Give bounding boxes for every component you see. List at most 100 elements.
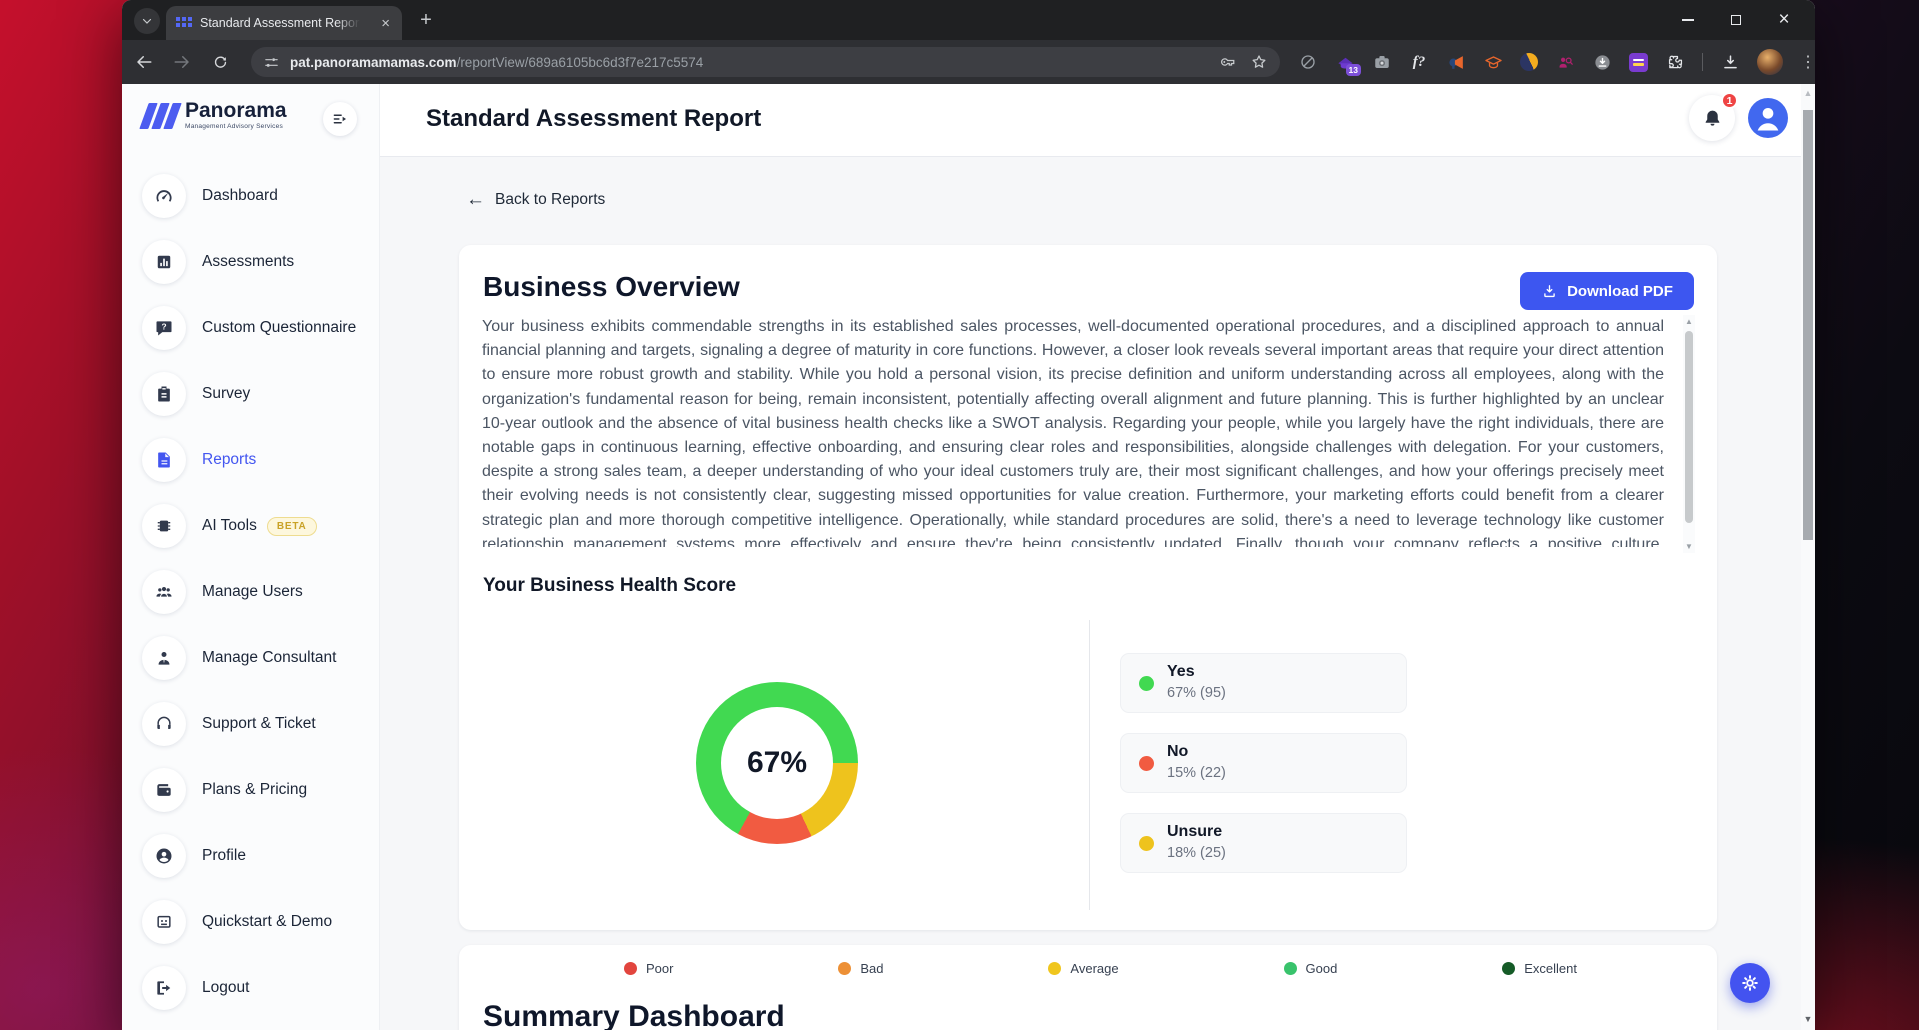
- legend-value: 67% (95): [1167, 685, 1226, 701]
- users-group-icon: [142, 570, 186, 614]
- legend-card-yes: Yes 67% (95): [1120, 653, 1407, 713]
- sidebar-item-plans-pricing[interactable]: Plans & Pricing: [142, 768, 307, 812]
- page-scrollbar[interactable]: ▲ ▼: [1801, 84, 1815, 1030]
- main-area: Standard Assessment Report 1 ← Back to R…: [380, 84, 1815, 1030]
- maximize-button[interactable]: [1723, 7, 1749, 33]
- ai-chip-icon: [142, 504, 186, 548]
- sidebar-collapse-button[interactable]: [323, 102, 357, 136]
- sidebar-item-label: Assessments: [202, 253, 295, 270]
- notifications-button[interactable]: 1: [1689, 92, 1738, 141]
- purple-hat-extension-icon[interactable]: 13: [1335, 52, 1361, 76]
- scale-label: Poor: [646, 961, 674, 976]
- health-donut-ring: 67%: [696, 682, 858, 844]
- bell-icon: [1705, 110, 1719, 126]
- average-dot: [1048, 962, 1062, 975]
- download-pdf-label: Download PDF: [1567, 282, 1673, 300]
- notification-badge: 1: [1721, 92, 1738, 109]
- back-button[interactable]: [128, 46, 160, 78]
- minimize-button[interactable]: [1675, 7, 1701, 33]
- pink-person-search-extension-icon[interactable]: [1555, 52, 1575, 72]
- headset-icon: [142, 702, 186, 746]
- legend-label: No: [1167, 743, 1189, 760]
- window-controls: ×: [1675, 0, 1807, 40]
- forward-button[interactable]: [166, 46, 198, 78]
- sidebar-item-label: Custom Questionnaire: [202, 319, 357, 336]
- scale-item-bad: Bad: [838, 961, 884, 976]
- back-to-reports-link[interactable]: ← Back to Reports: [466, 190, 605, 209]
- legend-value: 15% (22): [1167, 765, 1226, 781]
- sidebar-item-reports[interactable]: Reports: [142, 438, 256, 482]
- password-key-icon[interactable]: [1218, 53, 1236, 71]
- page-scrollbar-thumb[interactable]: [1803, 110, 1813, 540]
- sidebar-item-manage-users[interactable]: Manage Users: [142, 570, 303, 614]
- megaphone-extension-icon[interactable]: [1446, 52, 1466, 72]
- bookmark-star-icon[interactable]: [1250, 53, 1268, 71]
- scrollbar-up-icon[interactable]: ▲: [1801, 88, 1815, 98]
- consultant-person-icon: [142, 636, 186, 680]
- chat-question-icon: ?: [142, 306, 186, 350]
- toolbar-separator: [1702, 53, 1703, 71]
- scale-label: Bad: [860, 961, 884, 976]
- browser-profile-avatar[interactable]: [1757, 49, 1783, 75]
- sidebar-item-survey[interactable]: Survey: [142, 372, 250, 416]
- tab-strip: Standard Assessment Report – P × + ×: [122, 0, 1815, 40]
- settings-fab-button[interactable]: [1730, 963, 1770, 1003]
- scroll-up-icon[interactable]: ▲: [1683, 317, 1695, 326]
- sidebar-item-quickstart-demo[interactable]: Quickstart & Demo: [142, 900, 332, 944]
- sidebar-item-support-ticket[interactable]: Support & Ticket: [142, 702, 316, 746]
- camera-extension-icon[interactable]: [1372, 52, 1392, 72]
- browser-menu-icon[interactable]: ⋮: [1800, 54, 1815, 70]
- purple-box-extension-icon[interactable]: [1629, 52, 1648, 72]
- profile-person-icon: [142, 834, 186, 878]
- new-tab-button[interactable]: +: [414, 9, 438, 33]
- user-avatar[interactable]: [1748, 98, 1788, 138]
- address-bar[interactable]: pat.panoramamamas.com/reportView/689a610…: [251, 47, 1280, 77]
- extensions-row: 13 f? ⋮: [1298, 40, 1815, 84]
- summary-card: Poor Bad Average Good Excellent Summary …: [459, 945, 1717, 1030]
- sidebar-item-custom-questionnaire[interactable]: ? Custom Questionnaire: [142, 306, 356, 350]
- back-label: Back to Reports: [495, 190, 606, 208]
- dashboard-gauge-icon: [142, 174, 186, 218]
- graduation-cap-extension-icon[interactable]: [1483, 52, 1503, 72]
- yellow-navy-circle-extension-icon[interactable]: [1520, 53, 1538, 71]
- tab-search-button[interactable]: [134, 8, 160, 34]
- sidebar-item-label: Logout: [202, 979, 250, 996]
- sidebar-item-label: Dashboard: [202, 187, 278, 204]
- sidebar-item-manage-consultant[interactable]: Manage Consultant: [142, 636, 336, 680]
- sidebar-item-logout[interactable]: Logout: [142, 966, 249, 1010]
- blocked-circle-extension-icon[interactable]: [1298, 52, 1318, 72]
- fquestion-extension-icon[interactable]: f?: [1409, 52, 1429, 72]
- site-settings-icon[interactable]: [263, 54, 280, 71]
- sidebar-item-label: Survey: [202, 385, 251, 402]
- downloads-button[interactable]: [1720, 52, 1740, 72]
- scroll-down-icon[interactable]: ▼: [1683, 542, 1695, 551]
- gray-download-circle-extension-icon[interactable]: [1592, 52, 1612, 72]
- scale-label: Good: [1305, 961, 1338, 976]
- download-pdf-button[interactable]: Download PDF: [1520, 272, 1694, 310]
- sidebar-item-dashboard[interactable]: Dashboard: [142, 174, 278, 218]
- legend-label: Unsure: [1167, 823, 1223, 840]
- sidebar-item-label: Manage Users: [202, 583, 303, 600]
- good-dot: [1283, 962, 1297, 975]
- paragraph-scrollbar-thumb[interactable]: [1685, 331, 1693, 523]
- scale-item-excellent: Excellent: [1502, 961, 1577, 976]
- paragraph-scrollbar[interactable]: ▲ ▼: [1683, 315, 1695, 553]
- scrollbar-down-icon[interactable]: ▼: [1801, 1014, 1815, 1024]
- sidebar-item-ai-tools[interactable]: AI Tools BETA: [142, 504, 317, 548]
- robot-face-icon: [142, 900, 186, 944]
- beta-badge: BETA: [266, 516, 317, 536]
- sidebar-item-label: Profile: [202, 847, 246, 864]
- tab-close-icon[interactable]: ×: [377, 14, 394, 33]
- close-window-button[interactable]: ×: [1771, 7, 1797, 33]
- reload-button[interactable]: [204, 46, 236, 78]
- sidebar-item-assessments[interactable]: Assessments: [142, 240, 294, 284]
- extension-badge: 13: [1345, 64, 1361, 76]
- bad-dot: [838, 962, 852, 975]
- excellent-dot: [1502, 962, 1516, 975]
- summary-dashboard-title: Summary Dashboard: [483, 1000, 785, 1030]
- sidebar-item-profile[interactable]: Profile: [142, 834, 246, 878]
- extensions-puzzle-icon[interactable]: [1665, 52, 1685, 72]
- scale-label: Excellent: [1524, 961, 1577, 976]
- tab-standard-assessment-report[interactable]: Standard Assessment Report – P ×: [166, 6, 402, 40]
- chevron-down-icon: [142, 18, 152, 24]
